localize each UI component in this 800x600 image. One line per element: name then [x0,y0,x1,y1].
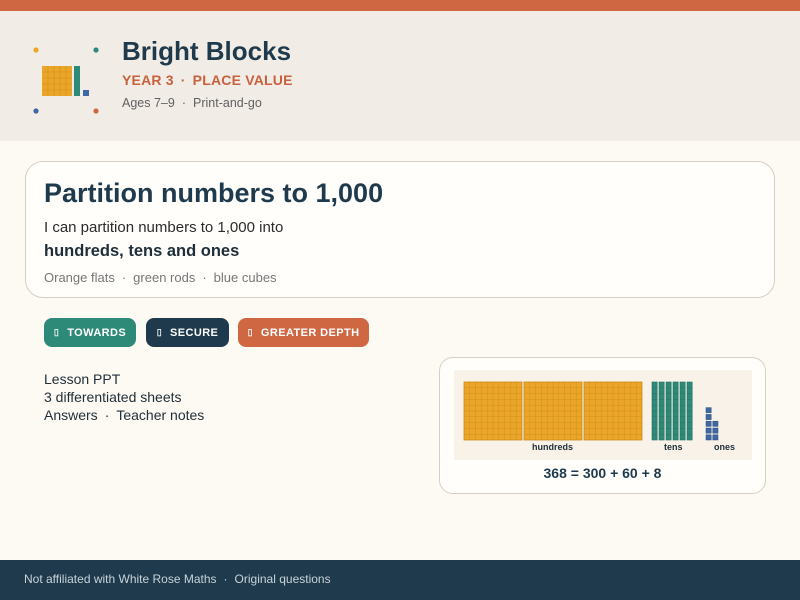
format-label: Print-and-go [193,96,262,110]
ones-cube [705,420,712,427]
objective-line-2: hundreds, tens and ones [44,242,240,260]
lesson-title: Partition numbers to 1,000 [44,178,384,208]
resource-item: Answers · Teacher notes [44,407,205,423]
topic-label: PLACE VALUE [192,72,293,88]
level-pill-secure[interactable]: ▯ SECURE [146,318,229,347]
base-ten-preview: hundreds tens ones 368 = 300 + 60 + 8 [439,357,766,494]
brand-subtitle: YEAR 3 · PLACE VALUE [122,72,293,88]
material-item: blue cubes [213,270,277,285]
dot-icon: ▯ [247,327,253,337]
ones-cube [712,434,719,441]
ones-cube [712,427,719,434]
lesson-card: Partition numbers to 1,000 I can partiti… [25,161,775,298]
footer-text: Not affiliated with White Rose Maths · Ori… [24,572,331,586]
objective-line-1: I can partition numbers to 1,000 into [44,219,284,236]
material-item: green rods [133,270,196,285]
blocks-area: hundreds tens ones [454,370,752,460]
footer: Not affiliated with White Rose Maths · Ori… [0,560,800,600]
age-range: Ages 7–9 [122,96,175,110]
level-pill-greater-depth[interactable]: ▯ GREATER DEPTH [238,318,369,347]
level-label: GREATER DEPTH [260,326,360,339]
resources-list: Lesson PPT 3 differentiated sheets Answe… [44,370,204,424]
partition-equation: 368 = 300 + 60 + 8 [543,465,662,481]
brand-meta: Ages 7–9 · Print-and-go [122,96,262,110]
footer-disclaimer: Not affiliated with White Rose Maths [24,572,217,586]
level-pill-towards[interactable]: ▯ TOWARDS [44,318,136,347]
resource-item: Lesson PPT [44,371,121,387]
ones-cube [705,427,712,434]
ones-cube [705,414,712,420]
materials-note: Orange flats · green rods · blue cubes [44,270,277,285]
ones-cube [705,434,712,441]
ones-label: ones [714,442,736,452]
bright-blocks-logo [28,41,104,119]
ones-cube [705,407,712,414]
base-ten-blocks [463,381,719,441]
dot-icon: ▯ [156,327,163,337]
year-label: YEAR 3 [122,72,174,88]
level-label: SECURE [170,326,219,339]
resource-item: 3 differentiated sheets [44,389,182,405]
material-item: Orange flats [44,270,115,285]
resource-teacher-notes: Teacher notes [116,407,205,423]
level-label: TOWARDS [67,326,127,339]
resource-answers: Answers [44,407,98,423]
tens-label: tens [664,442,683,452]
ones-cube [712,420,719,427]
header: Bright Blocks YEAR 3 · PLACE VALUE Ages 7–… [0,11,800,141]
hundreds-label: hundreds [532,442,574,452]
top-accent-stripe [0,0,800,11]
brand-title: Bright Blocks [122,36,292,66]
dot-icon: ▯ [53,327,60,337]
footer-original: Original questions [234,572,331,586]
